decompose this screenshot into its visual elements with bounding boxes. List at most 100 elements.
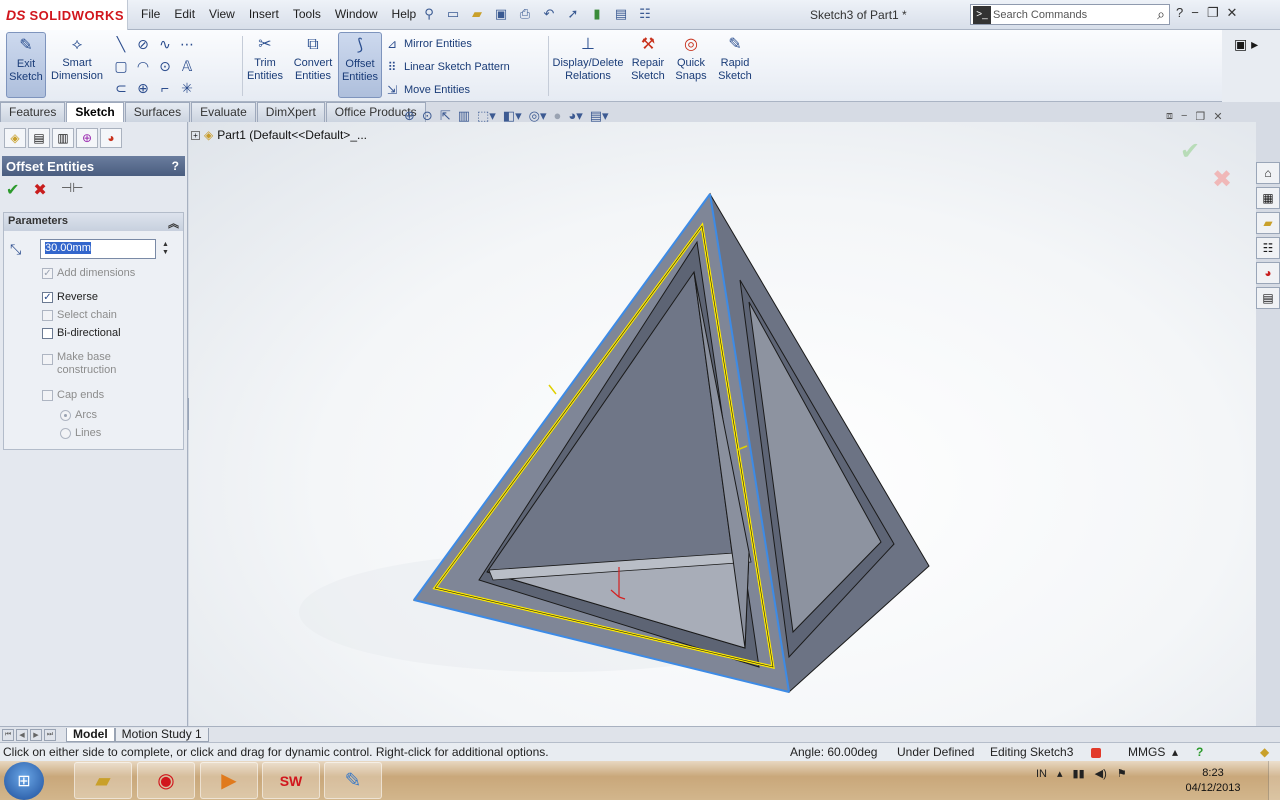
custom-properties-icon[interactable]: ▤ bbox=[1256, 287, 1280, 309]
action-center-icon[interactable]: ⚑ bbox=[1117, 767, 1127, 780]
new-document-icon[interactable]: ▭ bbox=[444, 5, 462, 23]
point-icon[interactable]: ✳ bbox=[176, 77, 198, 99]
menu-help[interactable]: Help bbox=[385, 7, 424, 21]
part-name[interactable]: Part1 (Default<<Default>_... bbox=[217, 128, 367, 142]
media-player-app-icon[interactable]: ▶ bbox=[200, 762, 258, 799]
offset-entities-button[interactable]: ⟆ Offset Entities bbox=[338, 32, 382, 98]
slot-icon[interactable]: ⊂ bbox=[110, 77, 132, 99]
cap-lines-radio[interactable] bbox=[60, 428, 71, 439]
select-pointer-icon[interactable]: ➚ bbox=[564, 5, 582, 23]
design-library-icon[interactable]: ▦ bbox=[1256, 187, 1280, 209]
viewport-split-icon[interactable]: ⧈ bbox=[1166, 110, 1173, 123]
pm-help-icon[interactable]: ? bbox=[172, 159, 185, 173]
add-dimensions-checkbox[interactable]: ✓ bbox=[42, 268, 53, 279]
viewport-close-icon[interactable]: ✕ bbox=[1213, 110, 1222, 123]
add-dimensions-option[interactable]: ✓ Add dimensions bbox=[42, 267, 135, 279]
select-chain-option[interactable]: Select chain bbox=[42, 309, 117, 321]
show-hidden-icons-icon[interactable]: ▴ bbox=[1057, 767, 1063, 780]
rebuild-icon[interactable]: ▮ bbox=[588, 5, 606, 23]
volume-icon[interactable]: ◀) bbox=[1095, 767, 1107, 780]
last-tab-icon[interactable]: ⏭ bbox=[44, 728, 56, 741]
options-icon[interactable]: ☷ bbox=[636, 5, 654, 23]
search-icon[interactable]: ⌕ bbox=[1157, 6, 1165, 23]
offset-distance-input[interactable]: 30.00mm bbox=[40, 239, 156, 259]
view-settings-icon[interactable]: ▤▾ bbox=[590, 108, 609, 124]
make-base-construction-option[interactable]: Make base construction bbox=[42, 351, 132, 377]
reverse-checkbox[interactable]: ✓ bbox=[42, 292, 53, 303]
search-commands[interactable]: >_ Search Commands ⌕ bbox=[970, 4, 1170, 25]
menu-tools[interactable]: Tools bbox=[286, 7, 328, 21]
solidworks-app-icon[interactable]: SW bbox=[262, 762, 320, 799]
chrome-app-icon[interactable]: ◉ bbox=[137, 762, 195, 799]
view-orientation-icon[interactable]: ⬚▾ bbox=[477, 108, 496, 124]
tab-surfaces[interactable]: Surfaces bbox=[124, 102, 191, 122]
file-explorer-icon[interactable]: ▰ bbox=[1256, 212, 1280, 234]
camera-icon[interactable]: ▣ ▸ bbox=[1222, 30, 1280, 102]
viewport-restore-icon[interactable]: ❐ bbox=[1195, 110, 1205, 123]
help-icon[interactable]: ? bbox=[1176, 5, 1183, 21]
display-manager-icon[interactable]: ◕ bbox=[100, 128, 122, 148]
graphics-area[interactable]: + ◈ Part1 (Default<<Default>_... Y Z X bbox=[189, 122, 1256, 726]
ellipse-icon[interactable]: ⊙ bbox=[154, 55, 176, 77]
file-properties-icon[interactable]: ▤ bbox=[612, 5, 630, 23]
fillet-icon[interactable]: ⌐ bbox=[154, 77, 176, 99]
solidworks-logo[interactable]: DS SOLIDWORKS bbox=[0, 0, 128, 30]
polygon-icon[interactable]: ⊕ bbox=[132, 77, 154, 99]
pushpin-icon[interactable]: ⊣⊢ bbox=[61, 180, 84, 200]
tab-features[interactable]: Features bbox=[0, 102, 66, 122]
appearances-icon[interactable]: ◕ bbox=[1256, 262, 1280, 284]
menu-view[interactable]: View bbox=[202, 7, 242, 21]
tetrahedron-model[interactable] bbox=[189, 122, 1256, 726]
collapse-chevron-icon[interactable]: ︽ bbox=[168, 215, 179, 230]
first-tab-icon[interactable]: ⏮ bbox=[2, 728, 14, 741]
section-view-icon[interactable]: ▥ bbox=[458, 108, 470, 124]
quick-snaps-button[interactable]: ◎ Quick Snaps bbox=[672, 32, 710, 98]
smart-dimension-button[interactable]: ⟡ Smart Dimension bbox=[50, 32, 104, 98]
show-desktop-button[interactable] bbox=[1268, 761, 1280, 800]
units-menu-icon[interactable]: ▴ bbox=[1172, 745, 1178, 759]
view-palette-icon[interactable]: ☷ bbox=[1256, 237, 1280, 259]
solidworks-resources-icon[interactable]: ⌂ bbox=[1256, 162, 1280, 184]
mirror-entities-button[interactable]: ⊿ Mirror Entities bbox=[384, 36, 472, 52]
tab-model[interactable]: Model bbox=[66, 727, 115, 742]
distance-spinner[interactable]: ▲ ▼ bbox=[162, 241, 169, 257]
confirmation-cancel-icon[interactable]: ✖ bbox=[1212, 165, 1232, 194]
undo-icon[interactable]: ↶ bbox=[540, 5, 558, 23]
spline-icon[interactable]: ∿ bbox=[154, 33, 176, 55]
menu-window[interactable]: Window bbox=[328, 7, 385, 21]
trim-entities-button[interactable]: ✂ Trim Entities bbox=[246, 32, 284, 98]
display-style-icon[interactable]: ◧▾ bbox=[503, 108, 522, 124]
edit-appearance-icon[interactable]: ● bbox=[554, 108, 562, 124]
display-delete-relations-button[interactable]: ⊥ Display/Delete Relations bbox=[552, 32, 624, 98]
ok-check-icon[interactable]: ✔ bbox=[6, 180, 19, 200]
close-icon[interactable]: ✕ bbox=[1226, 5, 1237, 21]
make-base-construction-checkbox[interactable] bbox=[42, 354, 53, 365]
property-manager-icon[interactable]: ▤ bbox=[28, 128, 50, 148]
print-icon[interactable]: ⎙ bbox=[516, 5, 534, 23]
status-help-icon[interactable]: ? bbox=[1196, 745, 1203, 759]
file-explorer-app-icon[interactable]: ▰ bbox=[74, 762, 132, 799]
move-entities-button[interactable]: ⇲ Move Entities bbox=[384, 82, 470, 98]
tab-evaluate[interactable]: Evaluate bbox=[191, 102, 256, 122]
confirmation-ok-icon[interactable]: ✔ bbox=[1180, 137, 1200, 166]
zoom-to-area-icon[interactable]: ⊙ bbox=[422, 108, 433, 124]
tab-dimxpert[interactable]: DimXpert bbox=[256, 102, 325, 122]
configuration-manager-icon[interactable]: ▥ bbox=[52, 128, 74, 148]
network-icon[interactable]: ▮▮ bbox=[1073, 767, 1085, 780]
pin-menu-icon[interactable]: ⚲ bbox=[420, 5, 438, 23]
expand-tree-icon[interactable]: + bbox=[191, 130, 200, 140]
viewport-minimize-icon[interactable]: − bbox=[1181, 110, 1187, 123]
reverse-option[interactable]: ✓ Reverse bbox=[42, 291, 98, 303]
next-tab-icon[interactable]: ▶ bbox=[30, 728, 42, 741]
zoom-to-fit-icon[interactable]: ⊕ bbox=[404, 108, 415, 124]
notification-icon[interactable]: ◆ bbox=[1260, 745, 1269, 759]
text-icon[interactable]: 𝔸 bbox=[176, 55, 198, 77]
search-input[interactable]: Search Commands bbox=[993, 9, 1157, 21]
open-folder-icon[interactable]: ▰ bbox=[468, 5, 486, 23]
system-clock[interactable]: 8:23 04/12/2013 bbox=[1176, 766, 1250, 796]
input-language[interactable]: IN bbox=[1036, 768, 1047, 780]
menu-insert[interactable]: Insert bbox=[242, 7, 286, 21]
line-icon[interactable]: ╲ bbox=[110, 33, 132, 55]
convert-entities-button[interactable]: ⧉ Convert Entities bbox=[290, 32, 336, 98]
parameters-header[interactable]: Parameters ︽ bbox=[4, 213, 183, 231]
